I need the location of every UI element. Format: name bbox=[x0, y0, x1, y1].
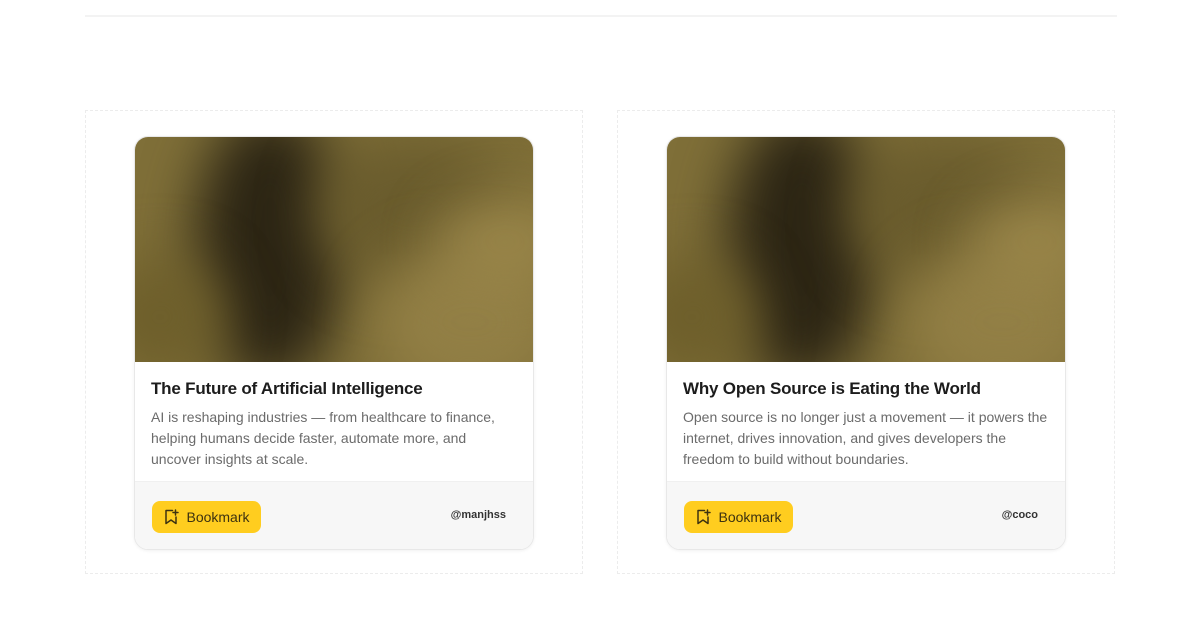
bookmark-button[interactable]: Bookmark bbox=[684, 501, 793, 533]
card-cover-image bbox=[135, 137, 533, 362]
article-card-1[interactable]: The Future of Artificial Intelligence AI… bbox=[134, 136, 534, 550]
card-title: The Future of Artificial Intelligence bbox=[151, 379, 423, 398]
author-handle: @coco bbox=[1001, 509, 1038, 521]
card-body: The Future of Artificial Intelligence AI… bbox=[135, 362, 533, 482]
card-description: AI is reshaping industries — from health… bbox=[151, 409, 495, 467]
card-footer: Bookmark @manjhss bbox=[135, 481, 533, 549]
bookmark-button[interactable]: Bookmark bbox=[152, 501, 261, 533]
card-body: Why Open Source is Eating the World Open… bbox=[667, 362, 1065, 482]
bookmark-label: Bookmark bbox=[718, 509, 782, 525]
author-handle: @manjhss bbox=[450, 509, 506, 521]
bookmark-label: Bookmark bbox=[186, 509, 250, 525]
card-footer: Bookmark @coco bbox=[667, 481, 1065, 549]
top-divider bbox=[85, 15, 1117, 17]
article-card-2[interactable]: Why Open Source is Eating the World Open… bbox=[666, 136, 1066, 550]
card-cover-image bbox=[667, 137, 1065, 362]
bookmark-add-icon bbox=[163, 509, 180, 525]
card-description: Open source is no longer just a movement… bbox=[683, 409, 1048, 467]
card-title: Why Open Source is Eating the World bbox=[683, 379, 981, 398]
bookmark-add-icon bbox=[695, 509, 712, 525]
